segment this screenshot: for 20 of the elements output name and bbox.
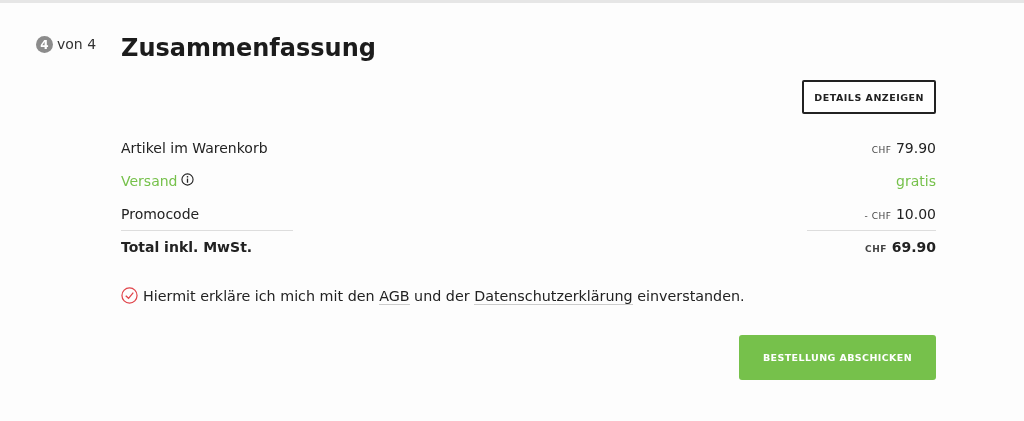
summary-value: gratis [896, 173, 936, 189]
summary-label: Versand [121, 173, 178, 189]
currency-label: CHF [871, 145, 892, 155]
checkmark-circle-icon[interactable] [121, 287, 138, 304]
info-icon[interactable] [180, 173, 194, 186]
text-link[interactable]: AGB [379, 287, 410, 305]
summary-label: Total inkl. MwSt. [121, 239, 253, 255]
summary-label: Artikel im Warenkorb [121, 140, 268, 156]
details-button[interactable]: DETAILS ANZEIGEN [802, 80, 936, 114]
price-amount: 69.90 [891, 239, 936, 255]
price-amount: 79.90 [895, 140, 936, 156]
consent-text: Hiermit erkläre ich mich mit den AGB und der Datenschutzerklärung einverstanden. [143, 287, 745, 304]
currency-label: - CHF [864, 211, 892, 221]
currency-label: CHF [865, 244, 887, 254]
price-amount: 10.00 [895, 206, 936, 222]
step-number-badge: 4 [36, 36, 53, 53]
summary-label: Promocode [121, 206, 200, 222]
step-label: von 4 [57, 36, 97, 52]
text-link[interactable]: Datenschutzerklärung [474, 287, 633, 305]
section-title: Zusammenfassung [121, 34, 377, 64]
